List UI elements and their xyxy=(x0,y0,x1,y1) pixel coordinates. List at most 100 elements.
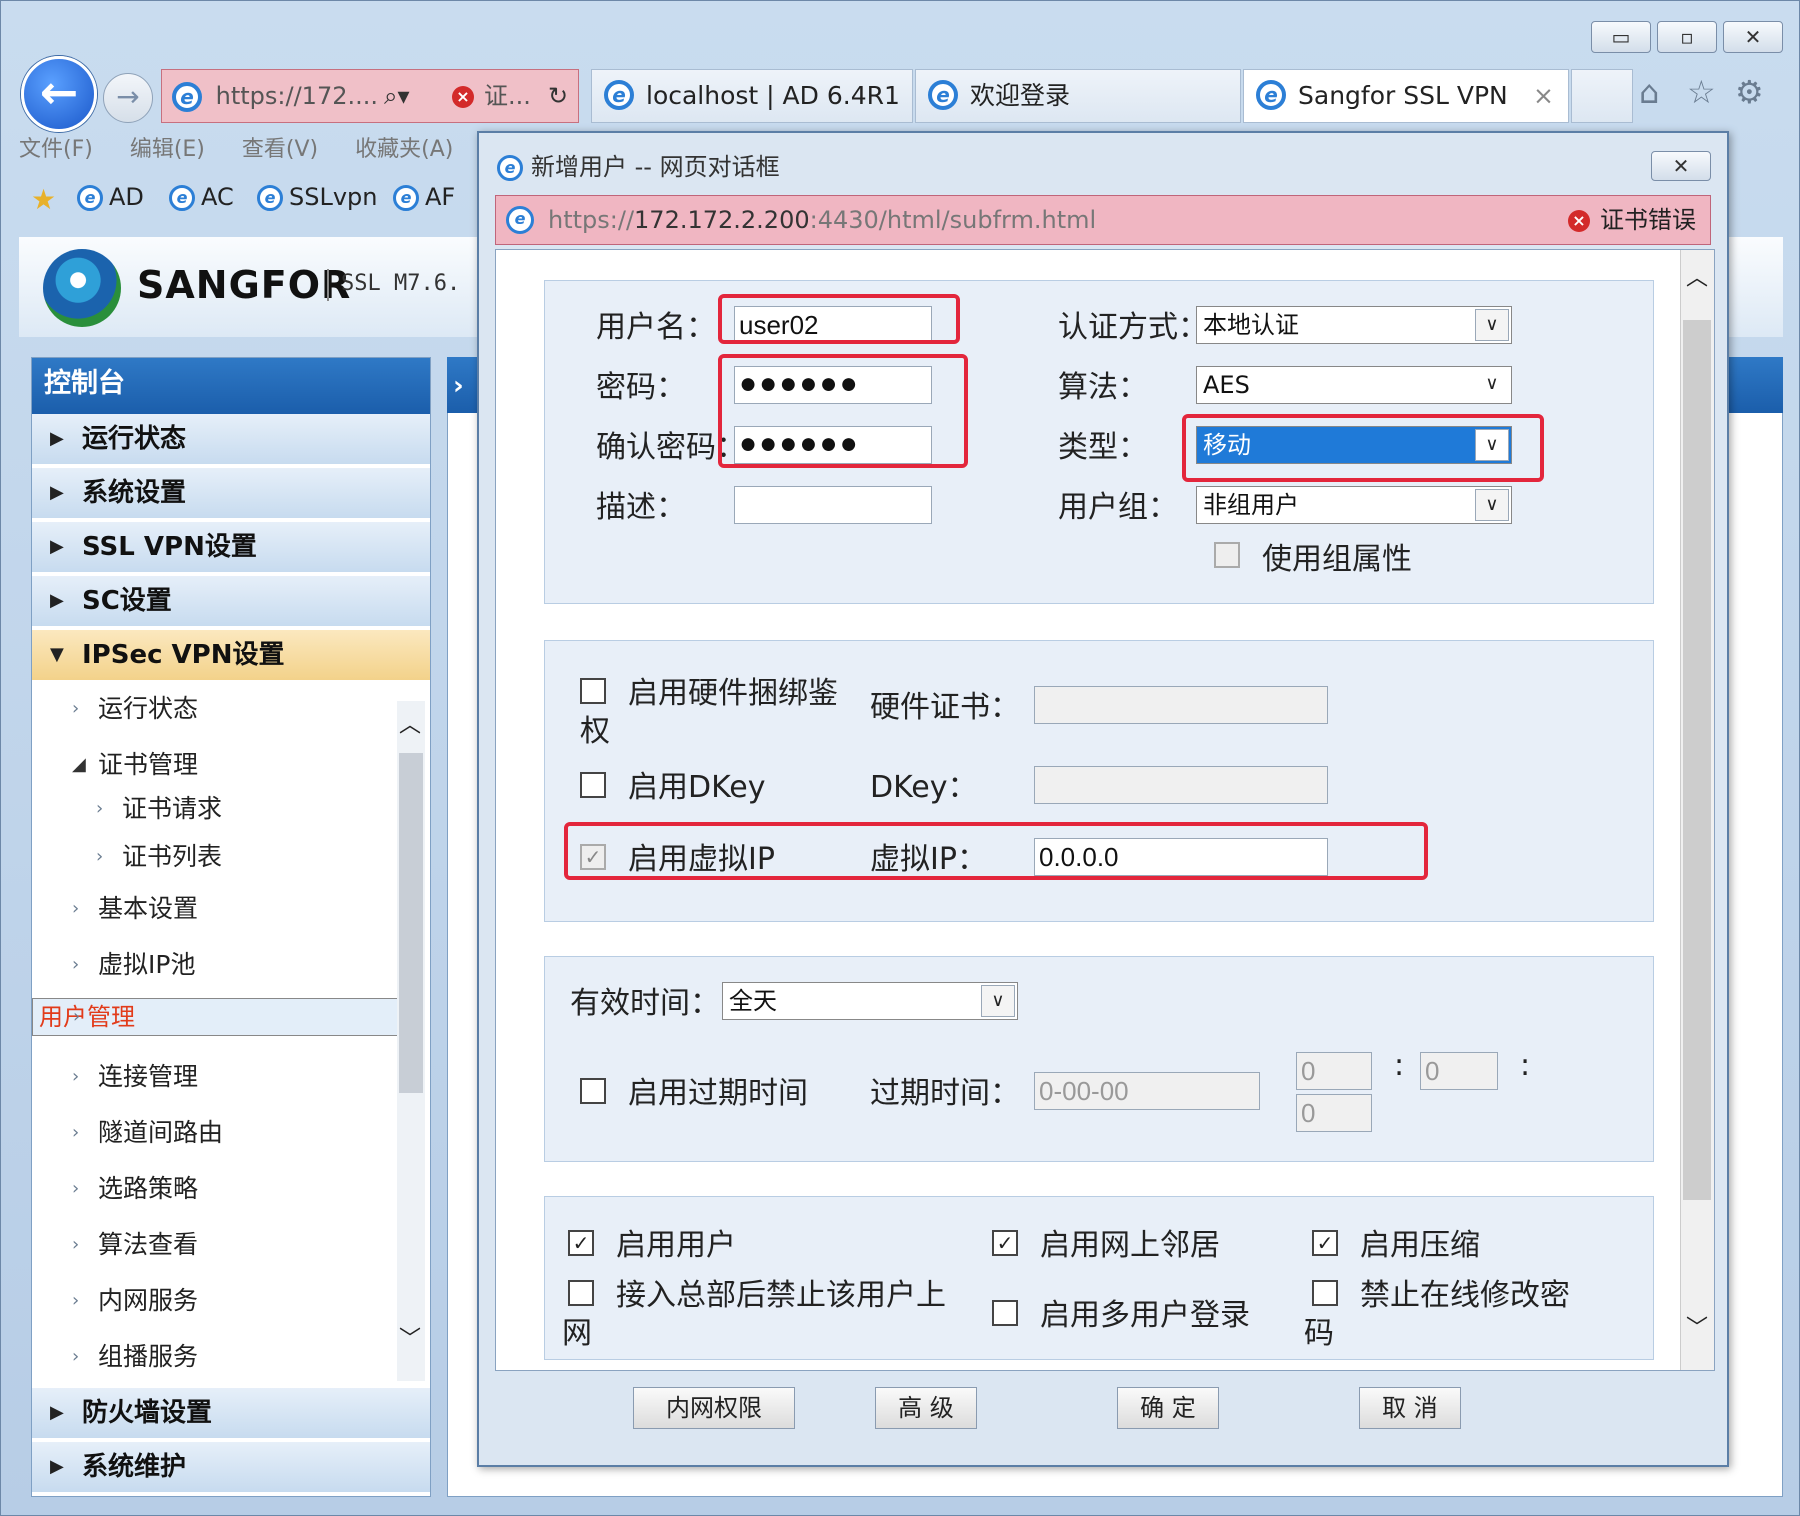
hw-bind-checkbox[interactable] xyxy=(580,678,606,704)
refresh-icon[interactable]: ↻ xyxy=(548,70,568,122)
expire-date-input[interactable]: 0-00-00 xyxy=(1034,1072,1260,1110)
sidebar-section-system[interactable]: ▶ 系统设置 xyxy=(32,468,430,520)
address-bar[interactable]: e https://172.... ⌕▾ × 证... ↻ xyxy=(161,69,579,123)
dialog-scrollbar[interactable]: ︿ ﹀ xyxy=(1680,250,1714,1370)
home-icon[interactable]: ⌂ xyxy=(1639,73,1659,111)
favorite-ad[interactable]: e AD xyxy=(77,183,144,211)
advanced-button[interactable]: 高 级 xyxy=(875,1387,977,1429)
dkey-checkbox[interactable] xyxy=(580,772,606,798)
sidebar-item-intranet-svc[interactable]: › 内网服务 xyxy=(32,1278,398,1326)
favorites-star-icon[interactable]: ★ xyxy=(31,183,56,216)
ban-after-hq-label: 接入总部后禁止该用户上 xyxy=(616,1278,946,1313)
star-icon[interactable]: ☆ xyxy=(1687,73,1716,111)
sidebar-section-sc[interactable]: ▶ SC设置 xyxy=(32,576,430,628)
sidebar-scroll-thumb[interactable] xyxy=(399,753,423,1093)
forward-button[interactable]: → xyxy=(103,73,153,123)
gear-icon[interactable]: ⚙ xyxy=(1735,73,1764,111)
sidebar-item-cert-request[interactable]: › 证书请求 xyxy=(32,786,398,834)
description-input[interactable] xyxy=(734,486,932,524)
sidebar-item-route-policy[interactable]: › 选路策略 xyxy=(32,1166,398,1214)
cert-error-indicator[interactable]: × 证... xyxy=(452,70,531,122)
ok-button[interactable]: 确 定 xyxy=(1117,1387,1219,1429)
close-tab-icon[interactable]: × xyxy=(1533,70,1554,122)
chevron-down-icon: ∨ xyxy=(981,985,1015,1017)
favorite-sslvpn[interactable]: e SSLvpn xyxy=(257,183,378,211)
dialog-close-button[interactable]: ✕ xyxy=(1651,151,1711,181)
highlight-password xyxy=(718,354,968,468)
use-group-attr-checkbox[interactable] xyxy=(1214,542,1240,568)
sidebar-section-maintenance[interactable]: ▶ 系统维护 xyxy=(32,1442,430,1494)
sidebar-item-vip-pool[interactable]: › 虚拟IP池 xyxy=(32,942,398,990)
highlight-vip xyxy=(564,822,1428,880)
tab-localhost[interactable]: e localhost | AD 6.4R1 xyxy=(591,69,913,123)
sidebar-item-tunnel-route[interactable]: › 隧道间路由 xyxy=(32,1110,398,1158)
search-icon[interactable]: ⌕▾ xyxy=(384,70,410,122)
tab-sangfor-ssl-vpn[interactable]: e Sangfor SSL VPN × xyxy=(1243,69,1569,123)
browser-window: ▭ ▫ ✕ ← → e https://172.... ⌕▾ × 证... ↻ e… xyxy=(0,0,1800,1516)
favorite-af[interactable]: e AF xyxy=(393,183,455,211)
dkey-input[interactable] xyxy=(1034,766,1328,804)
error-icon: × xyxy=(452,86,474,108)
hw-cert-label: 硬件证书： xyxy=(870,690,1020,725)
sidebar-item-cert-list[interactable]: › 证书列表 xyxy=(32,834,398,882)
expire-checkbox[interactable] xyxy=(580,1078,606,1104)
back-button[interactable]: ← xyxy=(21,56,97,132)
menu-view[interactable]: 查看(V) xyxy=(242,137,318,162)
auth-method-label: 认证方式： xyxy=(1058,310,1208,345)
maximize-button[interactable]: ▫ xyxy=(1657,21,1717,53)
sidebar-item-status[interactable]: › 运行状态 xyxy=(32,686,398,734)
hw-cert-input[interactable] xyxy=(1034,686,1328,724)
sidebar-item-user-mgmt[interactable]: › 用户管理 xyxy=(32,998,398,1036)
sidebar-item-conn-mgmt[interactable]: › 连接管理 xyxy=(32,1054,398,1102)
chevron-down-icon[interactable]: ﹀ xyxy=(1681,1310,1713,1342)
enable-user-checkbox[interactable]: ✓ xyxy=(568,1230,594,1256)
ban-pwd-change-label: 禁止在线修改密 xyxy=(1360,1278,1570,1313)
cancel-button[interactable]: 取 消 xyxy=(1359,1387,1461,1429)
expire-minute-input[interactable]: 0 xyxy=(1420,1052,1498,1090)
user-group-select[interactable]: 非组用户 ∨ xyxy=(1196,486,1512,524)
cert-error-indicator[interactable]: × 证书错误 xyxy=(1568,196,1696,244)
type-label: 类型： xyxy=(1058,430,1148,465)
new-tab-button[interactable] xyxy=(1571,69,1633,123)
tab-welcome[interactable]: e 欢迎登录 xyxy=(915,69,1241,123)
menu-favorites[interactable]: 收藏夹(A) xyxy=(355,137,453,162)
chevron-down-icon[interactable]: ﹀ xyxy=(399,1321,421,1353)
sidebar-item-cert-mgmt[interactable]: ◢ 证书管理 xyxy=(32,742,398,790)
chevron-up-icon[interactable]: ︿ xyxy=(399,707,421,739)
expand-icon[interactable]: › xyxy=(453,371,464,401)
dialog-scroll-thumb[interactable] xyxy=(1683,320,1711,1200)
menu-bar: 文件(F) 编辑(E) 查看(V) 收藏夹(A) xyxy=(19,131,483,167)
sidebar-item-multicast[interactable]: › 组播服务 xyxy=(32,1334,398,1382)
valid-time-label: 有效时间： xyxy=(570,986,720,1021)
algorithm-select[interactable]: AES ∨ xyxy=(1196,366,1512,404)
enable-compress-checkbox[interactable]: ✓ xyxy=(1312,1230,1338,1256)
expire-hour-input[interactable]: 0 xyxy=(1296,1052,1372,1090)
minimize-button[interactable]: ▭ xyxy=(1591,21,1651,53)
sidebar-section-status[interactable]: ▶ 运行状态 xyxy=(32,414,430,466)
sidebar-item-basic[interactable]: › 基本设置 xyxy=(32,886,398,934)
password-label: 密码： xyxy=(596,370,686,405)
sidebar-section-ipsec[interactable]: ▼ IPSec VPN设置 xyxy=(32,630,430,682)
chevron-right-icon: › xyxy=(72,698,80,719)
ban-after-hq-checkbox[interactable] xyxy=(568,1280,594,1306)
maximize-icon: ▫ xyxy=(1680,25,1694,49)
chevron-down-icon: ∨ xyxy=(1475,309,1509,341)
sidebar-section-firewall[interactable]: ▶ 防火墙设置 xyxy=(32,1388,430,1440)
tab-label: 欢迎登录 xyxy=(970,81,1071,110)
menu-edit[interactable]: 编辑(E) xyxy=(130,137,205,162)
chevron-up-icon[interactable]: ︿ xyxy=(1681,260,1713,292)
close-window-button[interactable]: ✕ xyxy=(1723,21,1783,53)
sidebar-item-algo-view[interactable]: › 算法查看 xyxy=(32,1222,398,1270)
menu-file[interactable]: 文件(F) xyxy=(19,137,93,162)
sidebar-section-sslvpn[interactable]: ▶ SSL VPN设置 xyxy=(32,522,430,574)
valid-time-select[interactable]: 全天 ∨ xyxy=(722,982,1018,1020)
enable-neighbor-checkbox[interactable]: ✓ xyxy=(992,1230,1018,1256)
ban-pwd-change-checkbox[interactable] xyxy=(1312,1280,1338,1306)
checkmark-icon: ✓ xyxy=(572,1231,590,1255)
multi-login-checkbox[interactable] xyxy=(992,1300,1018,1326)
chevron-right-icon: › xyxy=(72,1346,80,1367)
intranet-permission-button[interactable]: 内网权限 xyxy=(633,1387,795,1429)
auth-method-select[interactable]: 本地认证 ∨ xyxy=(1196,306,1512,344)
favorite-ac[interactable]: e AC xyxy=(169,183,234,211)
expire-second-input[interactable]: 0 xyxy=(1296,1094,1372,1132)
